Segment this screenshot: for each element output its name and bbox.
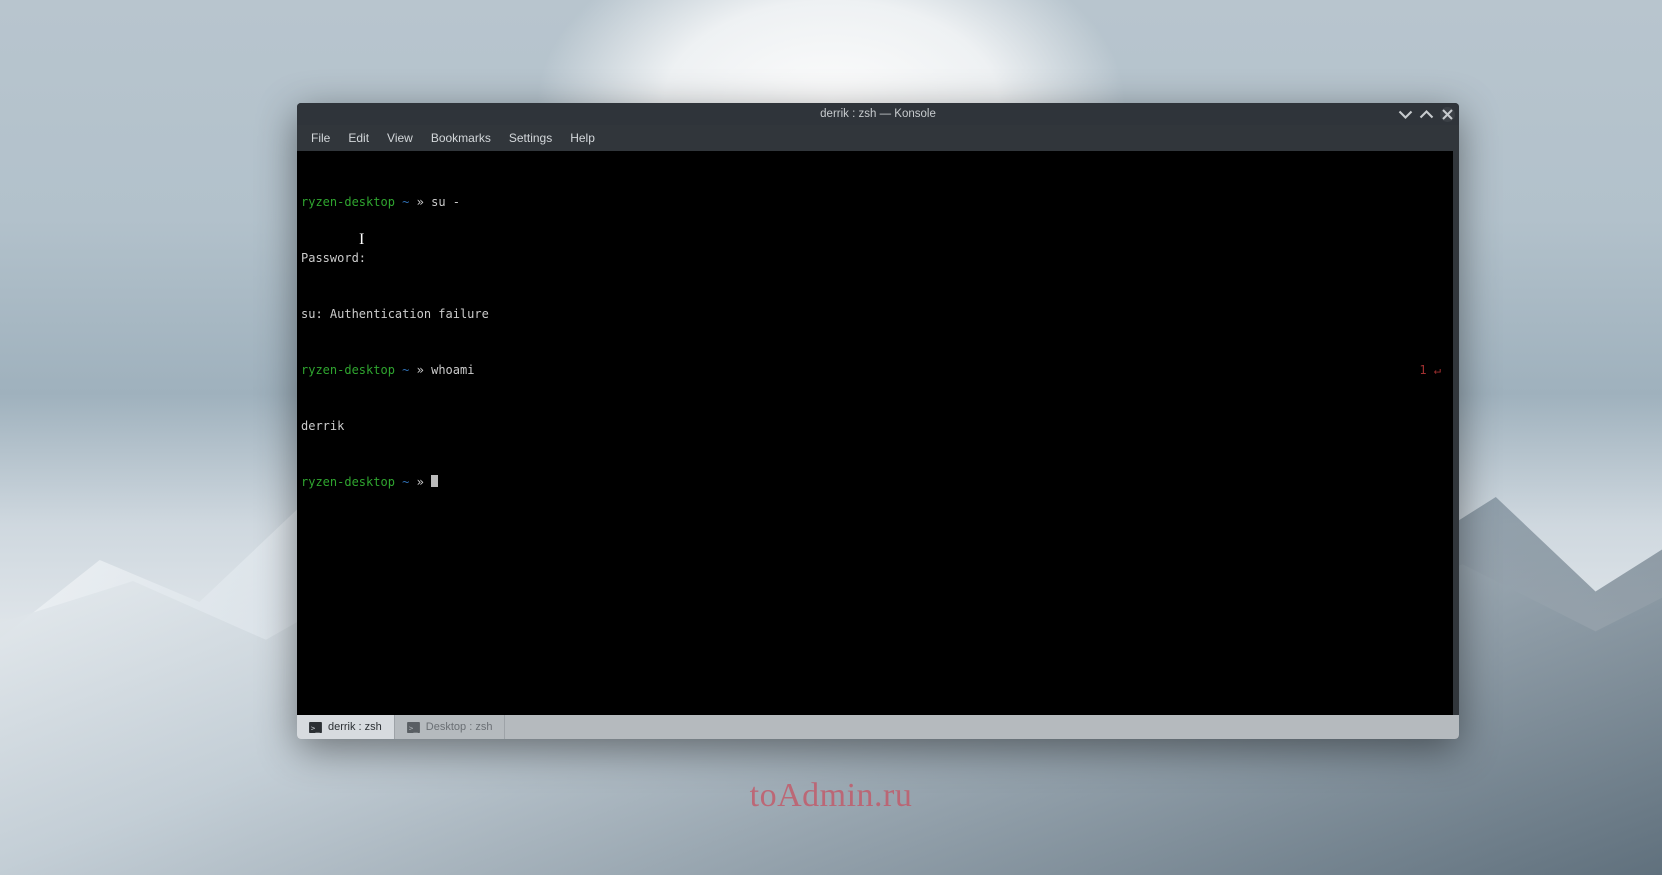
- menu-edit[interactable]: Edit: [340, 128, 377, 148]
- prompt-host: ryzen-desktop: [301, 475, 395, 489]
- window-titlebar[interactable]: derrik : zsh — Konsole: [297, 103, 1459, 125]
- svg-text:>_: >_: [409, 723, 418, 732]
- tab-bar: >_ derrik : zsh >_ Desktop : zsh: [297, 715, 1459, 739]
- prompt-arrow: »: [417, 195, 424, 209]
- menu-bookmarks[interactable]: Bookmarks: [423, 128, 499, 148]
- terminal-line: derrik: [301, 419, 1449, 433]
- window-title: derrik : zsh — Konsole: [303, 108, 1453, 120]
- menu-help[interactable]: Help: [562, 128, 603, 148]
- maximize-button[interactable]: [1419, 107, 1434, 122]
- terminal-line: su: Authentication failure: [301, 307, 1449, 321]
- prompt-path: ~: [402, 363, 409, 377]
- output-text: derrik: [301, 419, 344, 433]
- menu-file[interactable]: File: [303, 128, 338, 148]
- menubar: File Edit View Bookmarks Settings Help: [297, 125, 1459, 151]
- tab-label: Desktop : zsh: [426, 721, 493, 733]
- text-cursor-icon: I: [359, 233, 364, 247]
- konsole-window: derrik : zsh — Konsole File Edit View Bo…: [297, 103, 1459, 739]
- terminal-line: Password:: [301, 251, 1449, 265]
- tab-derrik-zsh[interactable]: >_ derrik : zsh: [297, 715, 395, 739]
- prompt-path: ~: [402, 475, 409, 489]
- tab-desktop-zsh[interactable]: >_ Desktop : zsh: [395, 715, 506, 739]
- desktop-wallpaper: derrik : zsh — Konsole File Edit View Bo…: [0, 0, 1662, 875]
- svg-text:>_: >_: [311, 723, 320, 732]
- output-text: Password:: [301, 251, 366, 265]
- command-text: su -: [431, 195, 460, 209]
- terminal-icon: >_: [407, 722, 420, 733]
- terminal-line: ryzen-desktop ~ » whoami 1 ↵: [301, 363, 1449, 377]
- terminal-icon: >_: [309, 722, 322, 733]
- chevron-down-icon: [1398, 107, 1413, 122]
- window-controls: [1398, 103, 1455, 125]
- prompt-arrow: »: [417, 363, 424, 377]
- menu-view[interactable]: View: [379, 128, 421, 148]
- prompt-host: ryzen-desktop: [301, 195, 395, 209]
- prompt-path: ~: [402, 195, 409, 209]
- terminal-viewport[interactable]: ryzen-desktop ~ » su - Password: su: Aut…: [297, 151, 1453, 715]
- prompt-arrow: »: [417, 475, 424, 489]
- close-icon: [1440, 107, 1455, 122]
- prompt-host: ryzen-desktop: [301, 363, 395, 377]
- minimize-button[interactable]: [1398, 107, 1413, 122]
- terminal-cursor: [431, 475, 438, 487]
- close-button[interactable]: [1440, 107, 1455, 122]
- chevron-up-icon: [1419, 107, 1434, 122]
- output-text: su: Authentication failure: [301, 307, 489, 321]
- terminal-line: ryzen-desktop ~ » su -: [301, 195, 1449, 209]
- command-text: whoami: [431, 363, 474, 377]
- tab-label: derrik : zsh: [328, 721, 382, 733]
- menu-settings[interactable]: Settings: [501, 128, 560, 148]
- terminal-line: ryzen-desktop ~ »: [301, 475, 1449, 489]
- exit-status: 1 ↵: [1419, 363, 1441, 377]
